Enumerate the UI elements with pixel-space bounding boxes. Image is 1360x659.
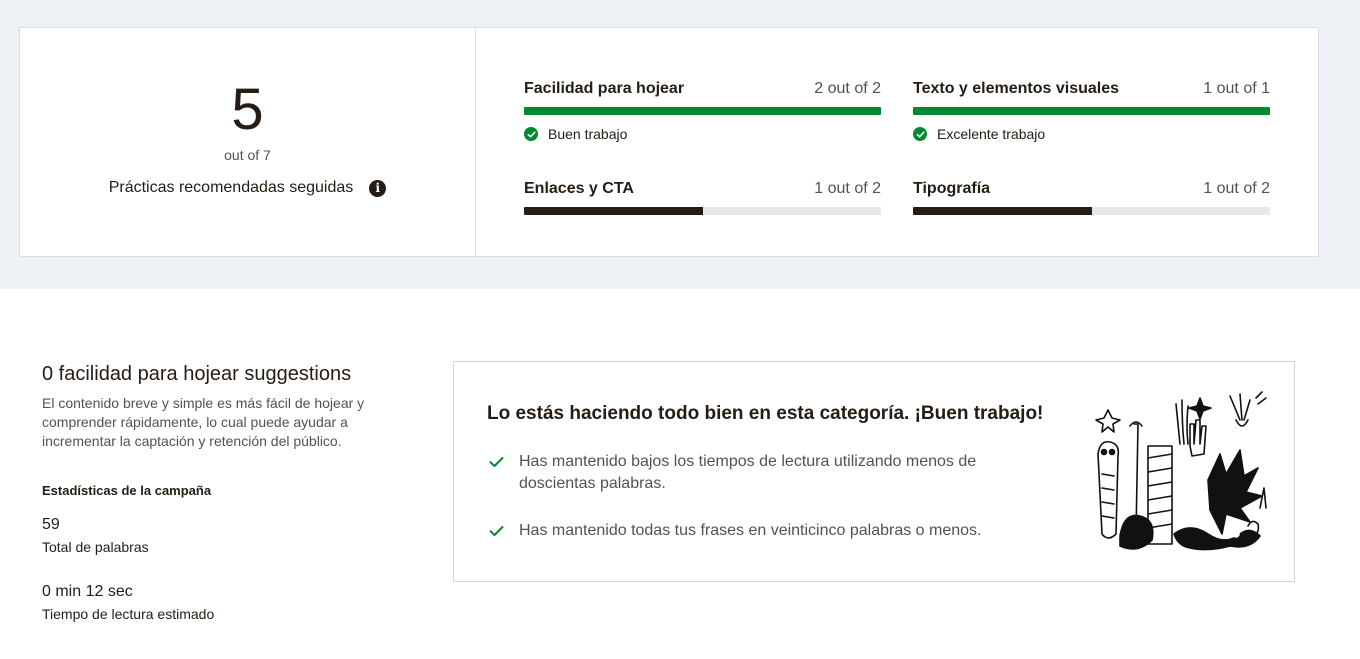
progress-fill <box>913 207 1092 215</box>
score-number: 5 <box>231 77 264 142</box>
metric-count: 2 out of 2 <box>814 80 881 97</box>
metric-tipografia: Tipografía 1 out of 2 <box>913 180 1270 215</box>
stats-heading: Estadísticas de la campaña <box>42 483 212 498</box>
metric-title: Enlaces y CTA <box>524 180 634 197</box>
info-icon[interactable]: i <box>369 179 387 197</box>
check-icon <box>487 520 505 542</box>
metrics-panel: Facilidad para hojear 2 out of 2 Buen tr… <box>476 28 1318 256</box>
metric-status: Excelente trabajo <box>913 126 1270 142</box>
score-label: Prácticas recomendadas seguidas <box>108 179 354 196</box>
progress-track <box>524 207 881 215</box>
stat-label: Total de palabras <box>42 539 149 555</box>
metric-enlaces-cta: Enlaces y CTA 1 out of 2 <box>524 180 881 215</box>
metric-count: 1 out of 1 <box>1203 80 1270 97</box>
metric-status-text: Buen trabajo <box>548 126 628 142</box>
check-icon <box>487 451 505 473</box>
score-card: 5 out of 7 Prácticas recomendadas seguid… <box>19 27 1319 257</box>
score-summary: 5 out of 7 Prácticas recomendadas seguid… <box>20 28 476 256</box>
feedback-title: Lo estás haciendo todo bien en esta cate… <box>487 403 1044 424</box>
section-title: 0 facilidad para hojear suggestions <box>42 363 352 385</box>
metric-texto-visuales: Texto y elementos visuales 1 out of 1 Ex… <box>913 80 1270 142</box>
doodle-illustration <box>1095 391 1267 551</box>
feedback-item-text: Has mantenido todas tus frases en veinti… <box>519 522 982 539</box>
metric-count: 1 out of 2 <box>1203 180 1270 197</box>
metric-status-text: Excelente trabajo <box>937 126 1046 142</box>
progress-track <box>913 107 1270 115</box>
metric-facilidad: Facilidad para hojear 2 out of 2 Buen tr… <box>524 80 881 142</box>
score-label-row: Prácticas recomendadas seguidas i <box>20 179 475 197</box>
stat-value: 59 <box>42 516 60 533</box>
metric-title: Tipografía <box>913 180 991 197</box>
feedback-item-text: Has mantenido bajos los tiempos de lectu… <box>519 453 977 492</box>
progress-fill <box>913 107 1270 115</box>
stat-label: Tiempo de lectura estimado <box>42 606 215 622</box>
feedback-card: Lo estás haciendo todo bien en esta cate… <box>453 361 1295 582</box>
check-circle-icon <box>913 127 927 141</box>
check-circle-icon <box>524 127 538 141</box>
suggestions-section: 0 facilidad para hojear suggestions El c… <box>42 362 402 622</box>
score-outof: out of 7 <box>224 147 271 163</box>
metric-count: 1 out of 2 <box>814 180 881 197</box>
metric-status: Buen trabajo <box>524 126 881 142</box>
stat-reading-time: 0 min 12 sec Tiempo de lectura estimado <box>42 583 402 622</box>
metric-title: Texto y elementos visuales <box>913 80 1120 97</box>
progress-track <box>913 207 1270 215</box>
stat-value: 0 min 12 sec <box>42 583 133 600</box>
feedback-item: Has mantenido todas tus frases en veinti… <box>487 520 1047 542</box>
feedback-item: Has mantenido bajos los tiempos de lectu… <box>487 451 1017 495</box>
section-description: El contenido breve y simple es más fácil… <box>42 395 365 449</box>
progress-fill <box>524 107 881 115</box>
progress-track <box>524 107 881 115</box>
progress-fill <box>524 207 703 215</box>
stat-word-count: 59 Total de palabras <box>42 516 402 555</box>
metric-title: Facilidad para hojear <box>524 80 685 97</box>
